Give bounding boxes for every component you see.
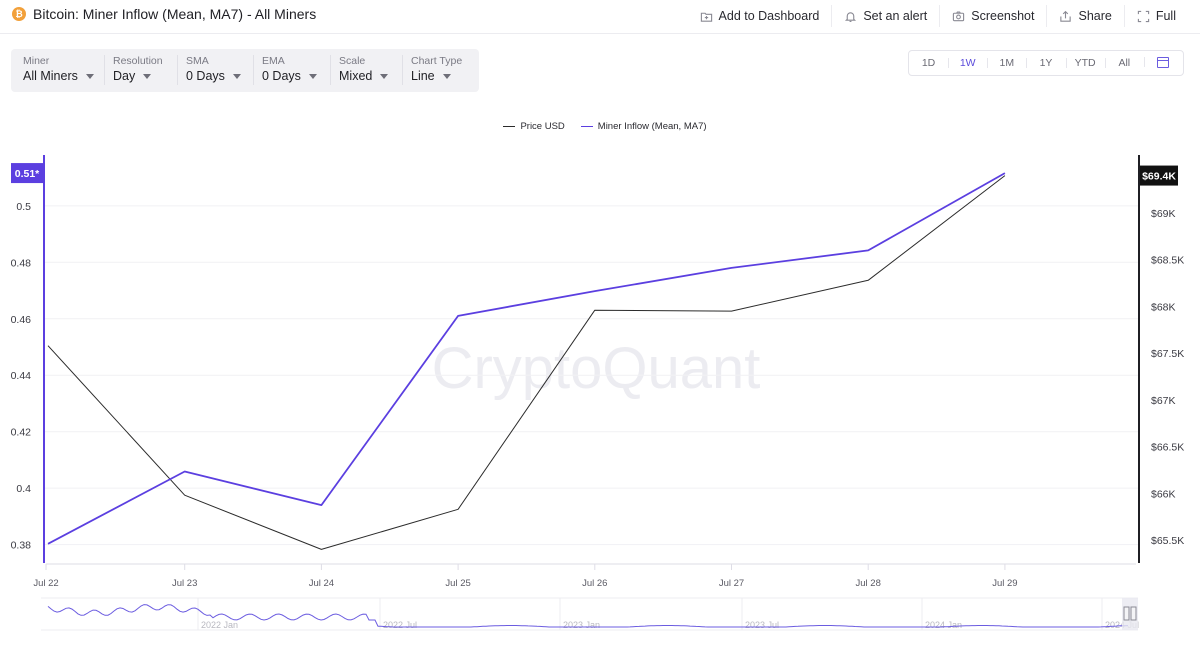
grid-lines bbox=[44, 205, 1138, 546]
right-tick-label: $65.5K bbox=[1151, 535, 1184, 547]
x-tick-label: Jul 26 bbox=[582, 578, 607, 589]
x-tick-label: Jul 22 bbox=[33, 578, 58, 589]
left-tick-label: 0.48 bbox=[11, 257, 32, 269]
navigator-label: 2023 Jul bbox=[745, 620, 779, 630]
left-tick-label: 0.5 bbox=[16, 201, 31, 213]
left-tick-label: 0.46 bbox=[11, 314, 32, 326]
left-tick-label: 0.4 bbox=[16, 483, 31, 495]
x-tick-label: Jul 28 bbox=[856, 578, 881, 589]
x-tick-label: Jul 23 bbox=[172, 578, 197, 589]
navigator-label: 2024 Jan bbox=[925, 620, 962, 630]
navigator-label: 2022 Jul bbox=[383, 620, 417, 630]
right-tick-label: $67.5K bbox=[1151, 348, 1184, 360]
right-axis: $65.5K $66K $66.5K $67K $67.5K $68K $68.5K $69K bbox=[1138, 155, 1184, 563]
right-tick-label: $66K bbox=[1151, 488, 1176, 500]
chart-canvas: CryptoQuant 0.38 0.4 0.42 0.44 0.46 0.48 0.5 $… bbox=[11, 155, 1184, 631]
x-tick-label: Jul 27 bbox=[719, 578, 744, 589]
left-last-value-label: 0.51* bbox=[15, 168, 40, 180]
right-tick-label: $67K bbox=[1151, 395, 1176, 407]
x-axis: Jul 22 Jul 23 Jul 24 Jul 25 Jul 26 Jul 27 Jul … bbox=[33, 563, 1136, 589]
watermark: CryptoQuant bbox=[432, 336, 761, 401]
right-tick-label: $66.5K bbox=[1151, 442, 1184, 454]
left-axis: 0.38 0.4 0.42 0.44 0.46 0.48 0.5 bbox=[11, 155, 45, 563]
x-tick-label: Jul 25 bbox=[445, 578, 470, 589]
x-tick-label: Jul 24 bbox=[309, 578, 334, 589]
navigator-handle-right[interactable] bbox=[1130, 606, 1137, 621]
left-tick-label: 0.42 bbox=[11, 427, 32, 439]
right-tick-label: $69K bbox=[1151, 208, 1176, 220]
navigator-label: 2022 Jan bbox=[201, 620, 238, 630]
right-last-value-label: $69.4K bbox=[1142, 171, 1176, 183]
navigator-handle-left[interactable] bbox=[1123, 606, 1130, 621]
navigator-label: 2023 Jan bbox=[563, 620, 600, 630]
navigator[interactable]: 2022 Jan 2022 Jul 2023 Jan 2023 Jul 2024 Jan… bbox=[41, 597, 1139, 631]
right-tick-label: $68K bbox=[1151, 301, 1176, 313]
left-tick-label: 0.38 bbox=[11, 540, 32, 552]
left-tick-label: 0.44 bbox=[11, 370, 32, 382]
x-tick-label: Jul 29 bbox=[992, 578, 1017, 589]
right-tick-label: $68.5K bbox=[1151, 255, 1184, 267]
